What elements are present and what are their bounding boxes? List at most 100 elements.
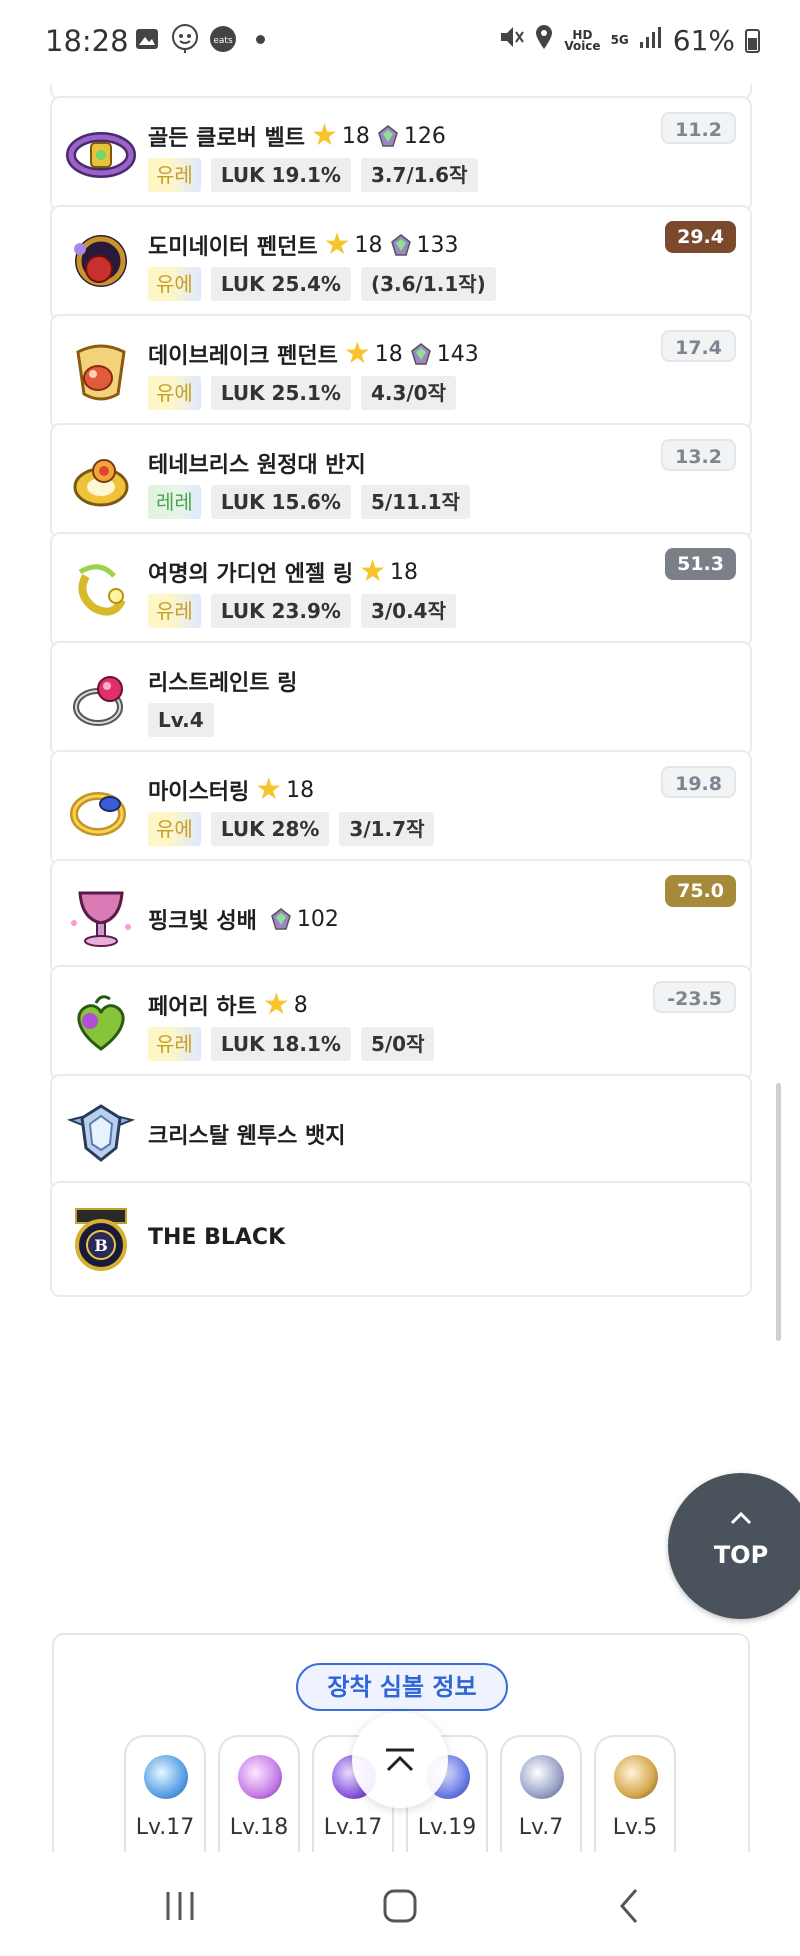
equipment-card[interactable]: 데이브레이크 펜던트 ★ 18 143 유에 LUK 25.1% 4.3/0작 1… [50, 314, 752, 430]
star-icon: ★ [262, 987, 290, 1022]
belt-icon [66, 132, 136, 178]
ring-icon [70, 792, 126, 836]
scroll-tag: (3.6/1.1작) [360, 267, 496, 301]
item-name: 마이스터링 [148, 780, 250, 805]
recent-apps-icon[interactable] [160, 1886, 200, 1926]
hd-voice-label: HD Voice [564, 27, 601, 53]
symbol-level: Lv.17 [323, 1815, 383, 1840]
coupang-eats-icon [170, 24, 200, 54]
star-force: 8 [293, 992, 308, 1018]
symbol-item[interactable]: Lv.5 [594, 1735, 676, 1865]
item-name: 핑크빛 성배 [148, 909, 257, 934]
score-badge: 13.2 [661, 439, 736, 471]
home-icon[interactable] [380, 1886, 420, 1926]
symbol-level: Lv.19 [417, 1815, 477, 1840]
back-icon[interactable] [610, 1886, 650, 1926]
star-force: 18 [374, 341, 403, 367]
star-icon: ★ [323, 227, 351, 262]
potential-grade: 레레 [148, 485, 201, 519]
symbol-level: Lv.17 [135, 1815, 195, 1840]
star-force: 18 [341, 123, 370, 149]
potential-grade: 유레 [148, 594, 201, 628]
notification-dot [256, 34, 265, 44]
equipment-card[interactable]: 핑크빛 성배 102 75.0 [50, 859, 752, 975]
heart-icon [77, 995, 125, 1051]
symbol-orb-icon [614, 1755, 658, 1799]
collapse-button[interactable] [352, 1712, 448, 1808]
score-badge: 11.2 [661, 112, 736, 144]
stat-tag: LUK 23.9% [210, 594, 351, 628]
stat-tag: LUK 25.1% [210, 376, 351, 410]
stat-tag: LUK 25.4% [210, 267, 351, 301]
location-icon [534, 24, 554, 57]
symbol-orb-icon [520, 1755, 564, 1799]
chevron-up-icon [730, 1511, 752, 1525]
score-badge: 51.3 [665, 548, 736, 580]
gem-count: 133 [416, 232, 459, 258]
scroll-tag: 3/0.4작 [360, 594, 456, 628]
gem-icon [390, 234, 411, 256]
stat-tag: LUK 18.1% [210, 1027, 351, 1061]
symbol-item[interactable]: Lv.17 [124, 1735, 206, 1865]
star-icon: ★ [359, 554, 387, 589]
double-chevron-up-icon [386, 1748, 414, 1772]
svg-text:eats: eats [213, 36, 233, 46]
badge-icon [66, 1104, 136, 1162]
scroll-tag: 4.3/0작 [360, 376, 456, 410]
symbol-level: Lv.18 [229, 1815, 289, 1840]
ring-icon [78, 564, 126, 616]
gem-count: 126 [403, 123, 446, 149]
equipment-card[interactable]: 도미네이터 펜던트 ★ 18 133 유에 LUK 25.4% (3.6/1.1작… [50, 205, 752, 321]
symbol-level: Lv.7 [518, 1815, 564, 1840]
gem-icon [378, 125, 398, 147]
eats-icon: eats [208, 24, 238, 54]
equipment-card[interactable]: 마이스터링 ★ 18 유에 LUK 28% 3/1.7작 19.8 [50, 750, 752, 866]
scroll-tag: 5/11.1작 [360, 485, 470, 519]
equipment-card[interactable]: 테네브리스 원정대 반지 레레 LUK 15.6% 5/11.1작 13.2 [50, 423, 752, 539]
signal-icon [639, 24, 663, 57]
star-icon: ★ [311, 118, 338, 153]
equipment-card[interactable]: 골든 클로버 벨트 ★ 18 126 유레 LUK 19.1% 3.7/1.6작 … [50, 96, 752, 212]
network-label: 5G [610, 33, 629, 47]
item-name: 데이브레이크 펜던트 [148, 344, 338, 369]
star-icon: ★ [343, 336, 371, 371]
item-name: 도미네이터 펜던트 [148, 235, 318, 260]
gem-count: 102 [296, 906, 339, 932]
equipment-card[interactable]: 크리스탈 웬투스 뱃지 [50, 1074, 752, 1190]
gem-count: 143 [436, 341, 479, 367]
star-force: 18 [390, 559, 419, 585]
scroll-tag: 3.7/1.6작 [360, 158, 478, 192]
app-screen: 18:28 eats HD Voice 5G 61% 골든 클로버 벨트 ★ 1… [0, 0, 800, 1956]
equipment-card[interactable]: 페어리 하트 ★ 8 유레 LUK 18.1% 5/0작 -23.5 [50, 965, 752, 1081]
star-force: 18 [286, 777, 315, 803]
gem-icon [410, 343, 431, 365]
symbol-orb-icon [144, 1755, 188, 1799]
system-nav-bar [0, 1852, 800, 1956]
scroll-top-button[interactable]: TOP [668, 1473, 800, 1619]
item-name: 골든 클로버 벨트 [148, 126, 305, 151]
equipment-card[interactable]: 여명의 가디언 엔젤 링 ★ 18 유레 LUK 23.9% 3/0.4작 51.… [50, 532, 752, 648]
medal-icon: B [75, 1208, 127, 1271]
scroll-tag: 3/1.7작 [339, 812, 435, 846]
stat-tag: LUK 19.1% [210, 158, 351, 192]
item-name: 여명의 가디언 엔젤 링 [148, 562, 354, 587]
gallery-icon [132, 24, 162, 54]
stat-tag: LUK 15.6% [210, 485, 351, 519]
equipment-card[interactable]: 리스트레인트 링 Lv.4 [50, 641, 752, 757]
pendant-icon [76, 344, 126, 401]
top-button-label: TOP [713, 1541, 769, 1569]
symbol-item[interactable]: Lv.7 [500, 1735, 582, 1865]
svg-text:B: B [94, 1236, 108, 1255]
star-icon: ★ [255, 772, 283, 807]
potential-grade: 유에 [148, 812, 201, 846]
star-force: 18 [354, 232, 383, 258]
scrollbar-thumb[interactable] [776, 1083, 781, 1341]
score-badge: 29.4 [665, 221, 736, 253]
gem-icon [271, 908, 291, 930]
mute-icon [498, 24, 525, 57]
symbol-section-title: 장착 심볼 정보 [296, 1663, 508, 1711]
symbol-item[interactable]: Lv.18 [218, 1735, 300, 1865]
item-name: 페어리 하트 [148, 995, 257, 1020]
equipment-card[interactable]: B THE BLACK [50, 1181, 752, 1297]
status-time: 18:28 [45, 24, 129, 58]
